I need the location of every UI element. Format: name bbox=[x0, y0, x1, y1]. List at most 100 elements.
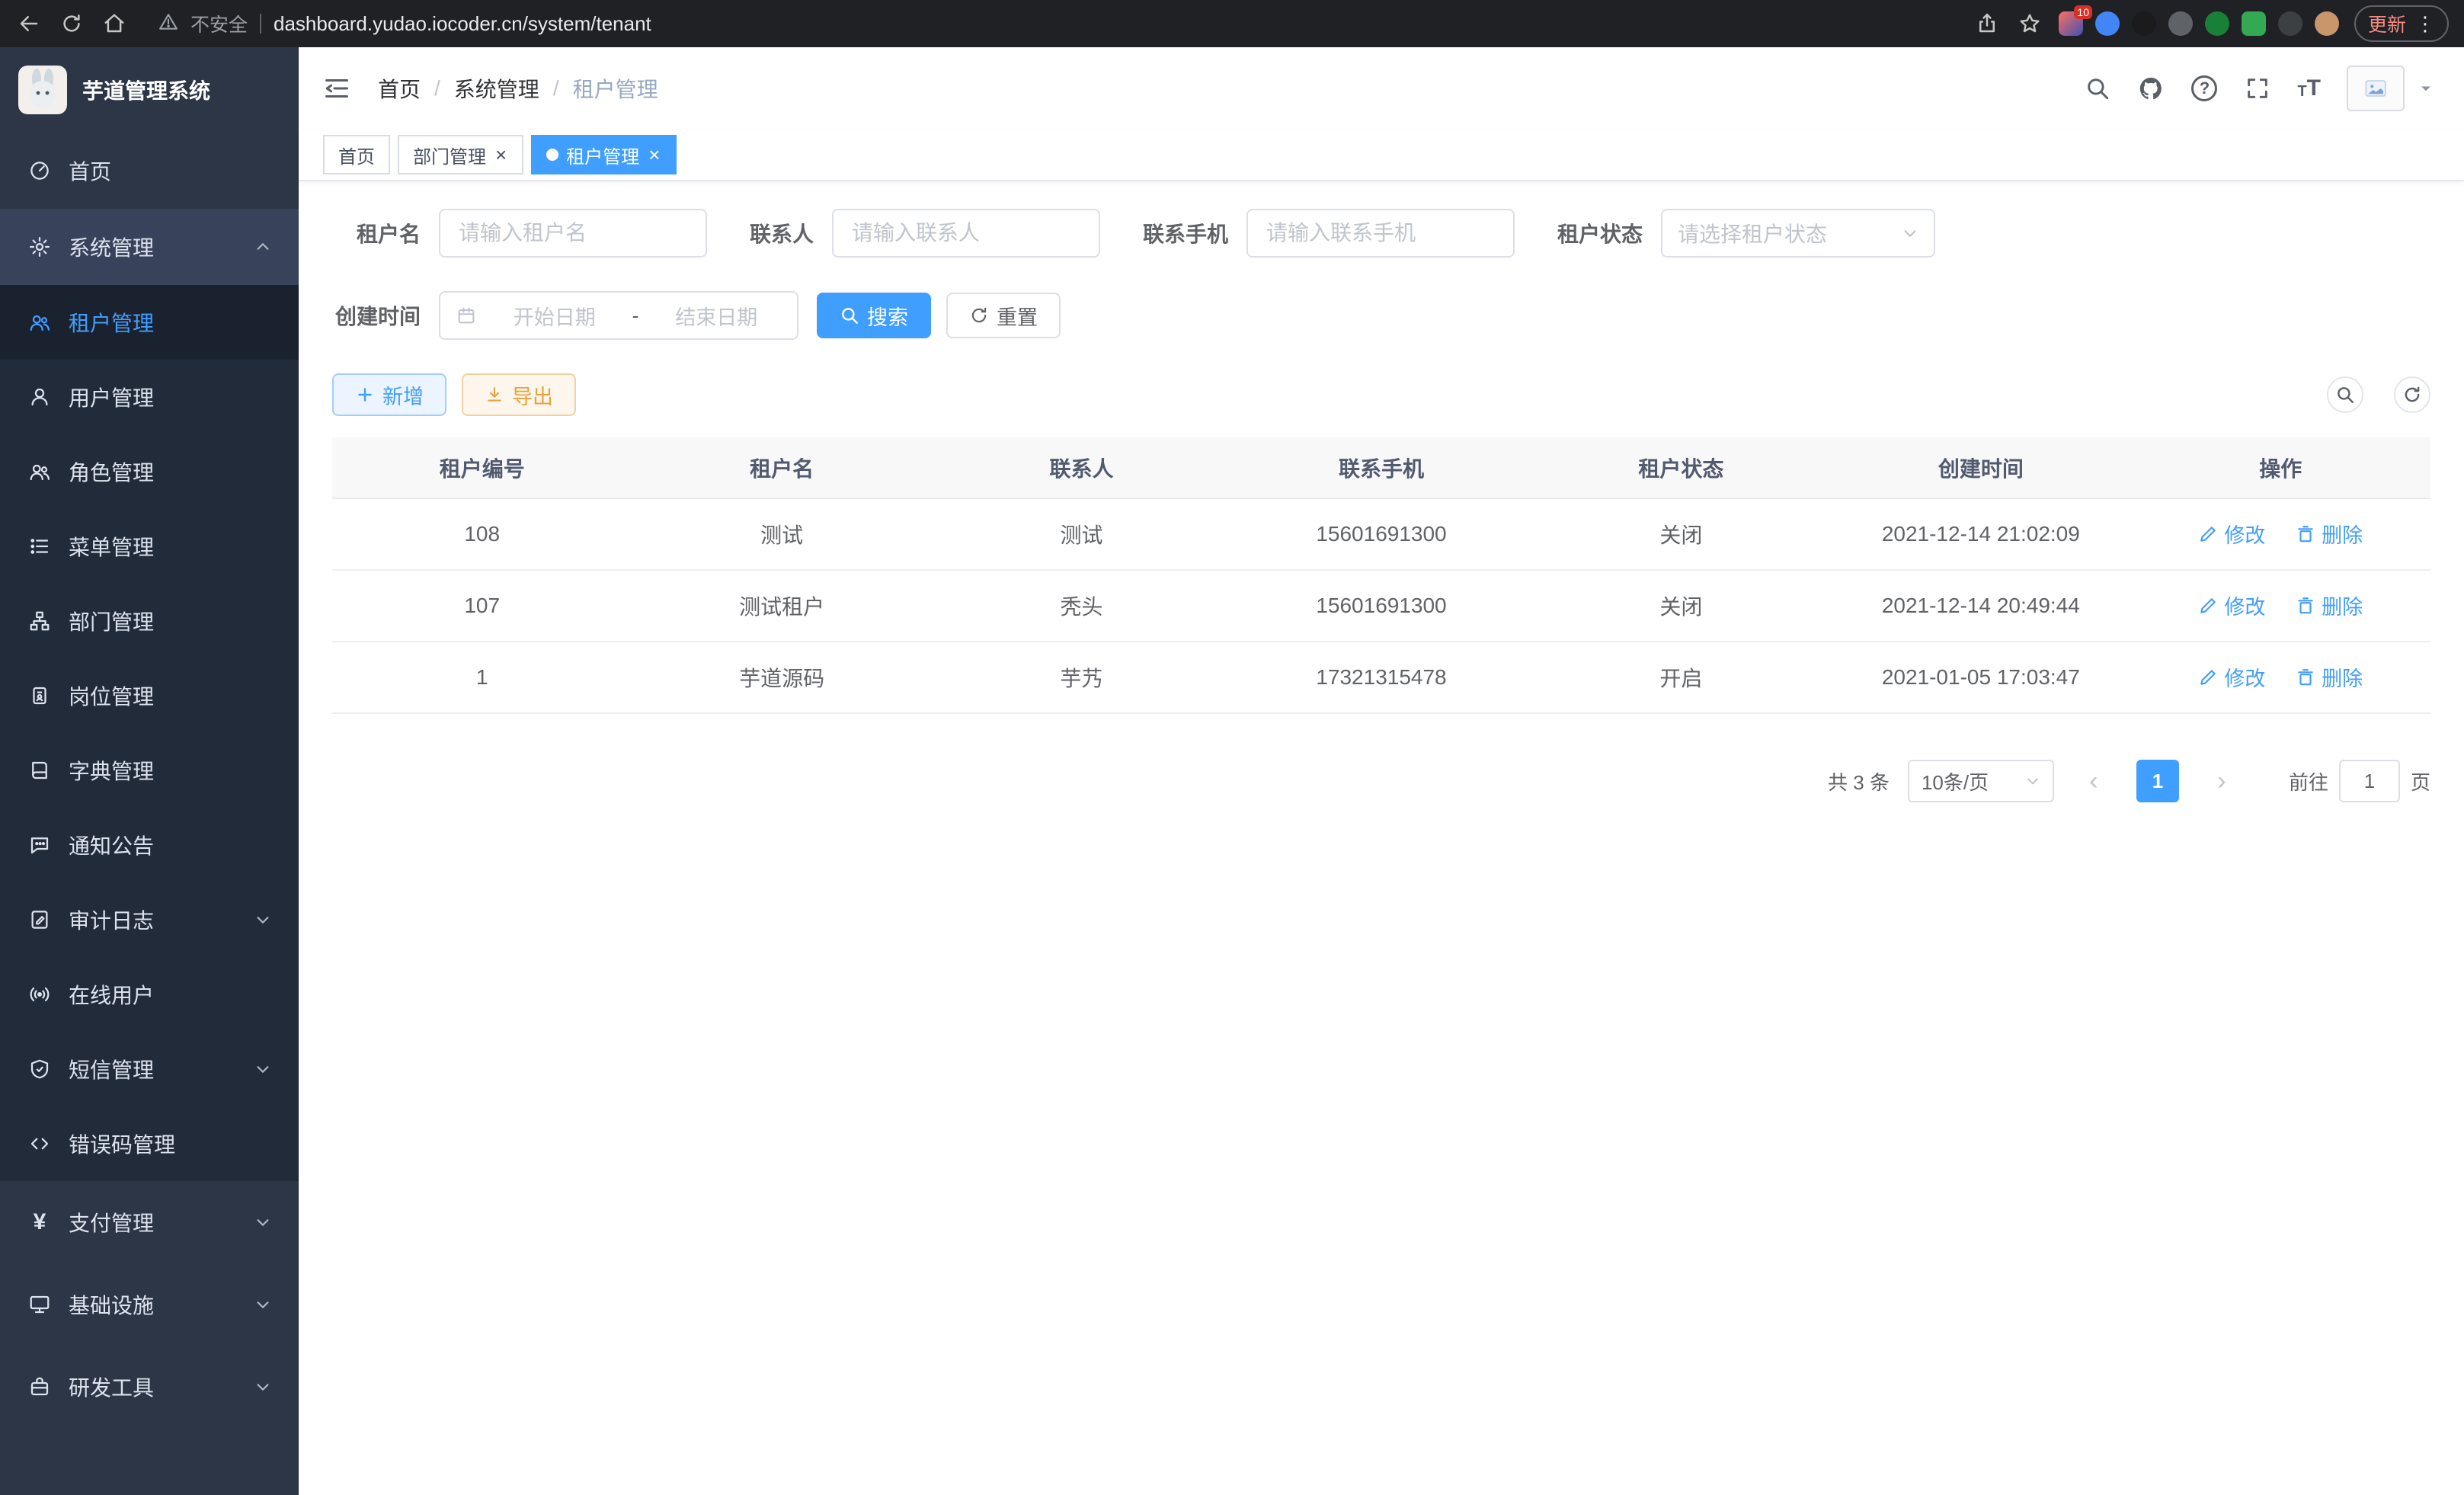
table-row: 108 测试 测试 15601691300 关闭 2021-12-14 21:0… bbox=[332, 498, 2430, 570]
column-header: 租户名 bbox=[632, 437, 931, 498]
extension-icon[interactable] bbox=[2242, 11, 2266, 36]
delete-button[interactable]: 删除 bbox=[2296, 519, 2363, 549]
sidebar-item-online-user[interactable]: 在线用户 bbox=[0, 957, 299, 1032]
extension-icon[interactable] bbox=[2095, 11, 2120, 36]
share-icon[interactable] bbox=[1973, 10, 2001, 37]
fullscreen-icon[interactable] bbox=[2244, 75, 2271, 102]
goto-label: 前往 bbox=[2289, 767, 2328, 796]
prev-page-button[interactable]: ‹ bbox=[2072, 760, 2115, 802]
edit-button[interactable]: 修改 bbox=[2198, 519, 2265, 549]
sidebar-item-dict[interactable]: 字典管理 bbox=[0, 733, 299, 808]
delete-button[interactable]: 删除 bbox=[2296, 591, 2363, 620]
github-icon[interactable] bbox=[2137, 75, 2165, 102]
sidebar-item-post[interactable]: 岗位管理 bbox=[0, 658, 299, 733]
url-bar[interactable]: 不安全 dashboard.yudao.iocoder.cn/system/te… bbox=[143, 5, 1958, 42]
sidebar-item-label: 短信管理 bbox=[69, 1054, 154, 1084]
tab-tenant[interactable]: 租户管理 × bbox=[531, 135, 677, 174]
main-area: 首页 / 系统管理 / 租户管理 ? bbox=[299, 47, 2464, 1495]
extensions-puzzle-icon[interactable] bbox=[2278, 11, 2302, 36]
sidebar-item-notice[interactable]: 通知公告 bbox=[0, 808, 299, 882]
sidebar-item-audit-log[interactable]: 审计日志 bbox=[0, 882, 299, 957]
question-glyph: ? bbox=[2191, 75, 2217, 101]
sidebar-item-tenant[interactable]: 租户管理 bbox=[0, 285, 299, 360]
chat-bubble-icon bbox=[27, 833, 52, 857]
avatar-caret-icon[interactable] bbox=[2418, 81, 2434, 96]
reset-button[interactable]: 重置 bbox=[946, 293, 1061, 338]
extension-icon[interactable]: 10 bbox=[2059, 11, 2083, 36]
phone-input[interactable] bbox=[1246, 209, 1515, 258]
close-icon[interactable]: × bbox=[494, 145, 508, 165]
back-icon[interactable] bbox=[15, 10, 43, 37]
reload-icon[interactable] bbox=[58, 10, 85, 37]
cell-contact: 测试 bbox=[932, 498, 1231, 570]
tab-dept[interactable]: 部门管理 × bbox=[398, 135, 523, 174]
create-time-label: 创建时间 bbox=[332, 300, 421, 331]
toolbox-icon bbox=[27, 1375, 52, 1399]
contact-input[interactable] bbox=[832, 209, 1100, 258]
sidebar-item-user[interactable]: 用户管理 bbox=[0, 360, 299, 434]
bookmark-star-icon[interactable] bbox=[2016, 10, 2043, 37]
sidebar-item-label: 基础设施 bbox=[69, 1289, 154, 1320]
search-icon[interactable] bbox=[2084, 75, 2111, 102]
sidebar: 芋道管理系统 首页 系统管理 租户管理 bbox=[0, 47, 299, 1495]
tenant-icon bbox=[27, 310, 52, 335]
home-icon[interactable] bbox=[101, 10, 128, 37]
sidebar-item-sms[interactable]: 短信管理 bbox=[0, 1032, 299, 1106]
code-icon bbox=[27, 1132, 52, 1156]
date-range-picker[interactable]: 开始日期 - 结束日期 bbox=[439, 291, 798, 340]
user-icon bbox=[27, 385, 52, 409]
sidebar-item-infra[interactable]: 基础设施 bbox=[0, 1263, 299, 1346]
app-title: 芋道管理系统 bbox=[82, 75, 210, 105]
delete-button[interactable]: 删除 bbox=[2296, 662, 2363, 692]
page-size-select[interactable]: 10条/页 bbox=[1908, 760, 2054, 802]
sidebar-item-error-code[interactable]: 错误码管理 bbox=[0, 1106, 299, 1181]
sidebar-item-system[interactable]: 系统管理 bbox=[0, 209, 299, 285]
profile-avatar[interactable] bbox=[2315, 11, 2339, 36]
export-button[interactable]: 导出 bbox=[462, 373, 576, 416]
close-icon[interactable]: × bbox=[647, 145, 661, 165]
tab-home[interactable]: 首页 bbox=[323, 135, 390, 174]
extension-icon[interactable] bbox=[2168, 11, 2193, 36]
table-tools bbox=[2327, 376, 2430, 413]
cell-contact: 芋艿 bbox=[932, 642, 1231, 713]
breadcrumb-home[interactable]: 首页 bbox=[378, 73, 421, 104]
breadcrumb-system[interactable]: 系统管理 bbox=[454, 73, 539, 104]
goto-page-input[interactable] bbox=[2339, 760, 2400, 802]
update-button[interactable]: 更新 ⋮ bbox=[2354, 5, 2449, 42]
edit-button[interactable]: 修改 bbox=[2198, 591, 2265, 620]
sidebar-item-role[interactable]: 角色管理 bbox=[0, 434, 299, 509]
sidebar-item-home[interactable]: 首页 bbox=[0, 133, 299, 209]
cell-phone: 17321315478 bbox=[1231, 642, 1531, 713]
search-button[interactable]: 搜索 bbox=[817, 293, 931, 338]
next-page-button[interactable]: › bbox=[2200, 760, 2243, 802]
page-number-button[interactable]: 1 bbox=[2136, 760, 2179, 802]
sidebar-toggle-icon[interactable] bbox=[323, 73, 354, 104]
show-search-icon[interactable] bbox=[2327, 376, 2363, 413]
sidebar-item-menu-mgmt[interactable]: 菜单管理 bbox=[0, 509, 299, 584]
font-size-icon[interactable]: T T bbox=[2297, 77, 2321, 100]
user-avatar[interactable] bbox=[2347, 66, 2405, 111]
breadcrumb: 首页 / 系统管理 / 租户管理 bbox=[378, 73, 658, 104]
column-header: 联系人 bbox=[932, 437, 1231, 498]
filter-row-1: 租户名 联系人 联系手机 租户状态 请选择租户状态 bbox=[332, 209, 2430, 258]
sidebar-item-label: 部门管理 bbox=[69, 606, 154, 636]
sidebar-item-dev-tool[interactable]: 研发工具 bbox=[0, 1346, 299, 1428]
extension-icon[interactable] bbox=[2205, 11, 2229, 36]
browser-menu-icon[interactable]: ⋮ bbox=[2415, 12, 2435, 36]
trash-icon bbox=[2296, 524, 2315, 544]
edit-button[interactable]: 修改 bbox=[2198, 662, 2265, 692]
add-button[interactable]: 新增 bbox=[332, 373, 446, 416]
app-logo[interactable]: 芋道管理系统 bbox=[0, 47, 299, 133]
tenant-name-input[interactable] bbox=[439, 209, 707, 258]
sidebar-item-pay[interactable]: ¥ 支付管理 bbox=[0, 1181, 299, 1263]
sidebar-item-label: 系统管理 bbox=[69, 232, 154, 262]
help-icon[interactable]: ? bbox=[2190, 75, 2218, 102]
extension-icon[interactable] bbox=[2132, 11, 2156, 36]
sidebar-item-label: 通知公告 bbox=[69, 830, 154, 860]
sidebar-item-label: 首页 bbox=[69, 155, 111, 186]
sidebar-item-dept[interactable]: 部门管理 bbox=[0, 584, 299, 658]
refresh-icon[interactable] bbox=[2394, 376, 2430, 413]
breadcrumb-current: 租户管理 bbox=[573, 73, 658, 104]
status-select[interactable]: 请选择租户状态 bbox=[1661, 209, 1935, 258]
sidebar-item-label: 错误码管理 bbox=[69, 1128, 175, 1159]
